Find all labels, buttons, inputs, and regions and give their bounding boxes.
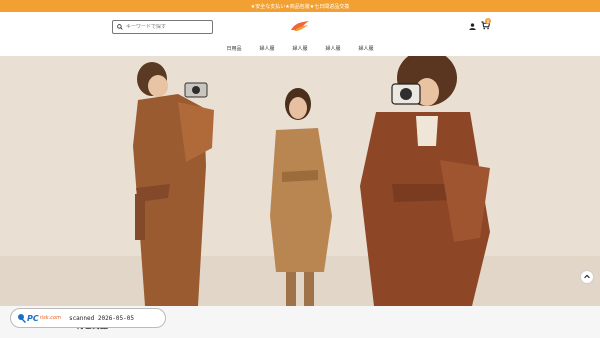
- pcrisk-logo-icon: [18, 314, 27, 323]
- scroll-up-button[interactable]: [580, 270, 594, 284]
- nav-item-womens-2[interactable]: 婦人服: [292, 45, 307, 52]
- nav-item-daily[interactable]: 日用品: [226, 45, 241, 52]
- site-header: 0: [0, 12, 600, 40]
- scroll-up-icon: [584, 274, 590, 279]
- logo-icon[interactable]: [289, 19, 311, 33]
- search-input[interactable]: [126, 24, 206, 30]
- cart-count-badge: 0: [485, 18, 491, 24]
- user-icon[interactable]: [469, 23, 476, 30]
- nav-item-womens-4[interactable]: 婦人服: [359, 45, 374, 52]
- search-icon[interactable]: [117, 24, 123, 30]
- announcement-bar: ★安全な支払い★商品包装★七日間返品交換: [0, 0, 600, 12]
- main-nav: 日用品 婦人服 婦人服 婦人服 婦人服: [0, 40, 600, 56]
- hero-banner[interactable]: [0, 56, 600, 306]
- watermark-brand-sub: risk.com: [39, 315, 61, 321]
- nav-item-womens-3[interactable]: 婦人服: [326, 45, 341, 52]
- nav-item-womens-1[interactable]: 婦人服: [259, 45, 274, 52]
- watermark-brand: PC: [27, 313, 39, 323]
- announcement-text: ★安全な支払い★商品包装★七日間返品交換: [250, 3, 350, 10]
- watermark-badge: PC risk.com scanned 2026-05-05: [10, 308, 166, 328]
- hero-image: [0, 56, 600, 306]
- search-box[interactable]: [112, 20, 213, 34]
- scanned-date: scanned 2026-05-05: [68, 314, 134, 322]
